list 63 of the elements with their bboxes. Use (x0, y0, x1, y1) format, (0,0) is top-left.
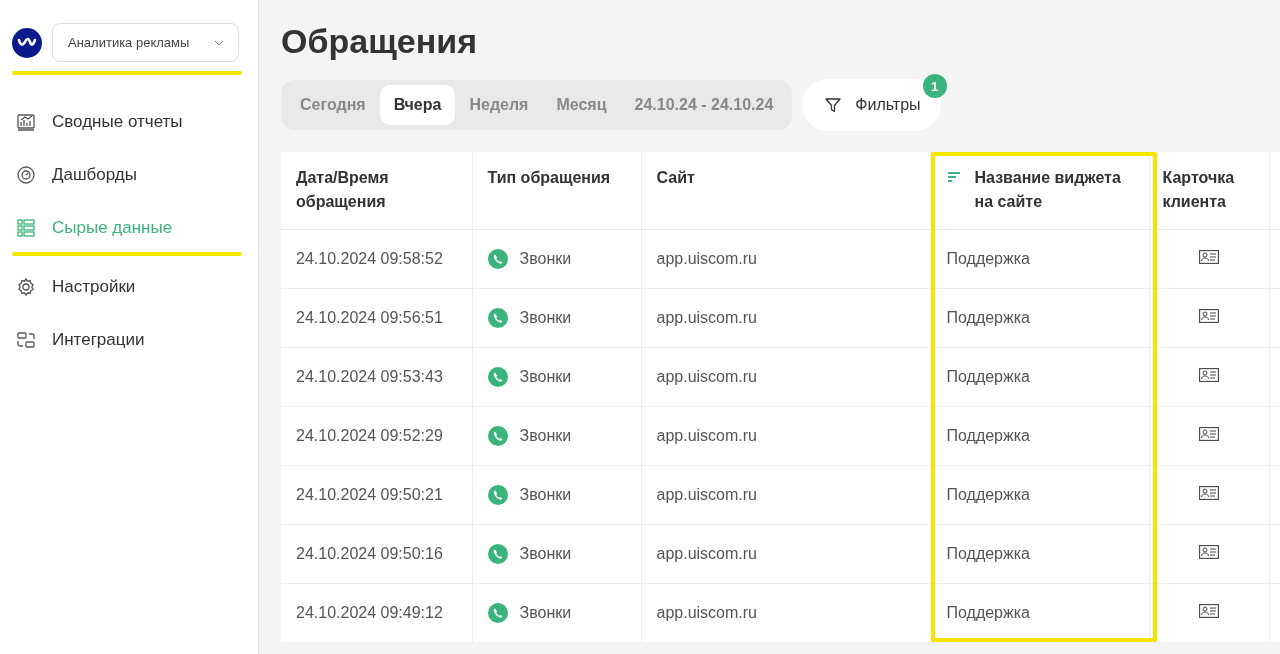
phone-icon (487, 602, 508, 623)
contact-card-icon[interactable] (1199, 603, 1219, 618)
logo-icon (12, 27, 42, 58)
table-cell: 24.10.2024 09:52:29 (281, 406, 472, 465)
table-cell: Звонки (519, 603, 572, 622)
list-icon (16, 217, 36, 238)
count-badge: 1 (922, 74, 947, 98)
column-header[interactable]: Тип обращения (472, 152, 641, 229)
contact-card-icon[interactable] (1199, 485, 1219, 500)
contact-card-icon[interactable] (1199, 426, 1219, 441)
table-cell: 24.10.2024 09:58:52 (281, 229, 472, 288)
contact-card-icon[interactable] (1199, 249, 1219, 264)
table-cell: app.uiscom.ru (641, 229, 931, 288)
contact-card-icon[interactable] (1199, 367, 1219, 382)
table-cell: app.uiscom.ru (641, 406, 931, 465)
chart-icon (16, 111, 36, 132)
table-cell: app.uiscom.ru (641, 583, 931, 642)
table-cell: Поддержка (931, 583, 1149, 642)
table-cell: Звонки (519, 426, 572, 445)
table-cell: Звонки (519, 544, 572, 563)
phone-icon (487, 543, 508, 564)
sync-icon (16, 329, 36, 350)
filter-icon (824, 96, 843, 114)
table-cell: 24.10.2024 09:50:16 (281, 524, 472, 583)
phone-icon (487, 366, 508, 387)
settings-icon (16, 276, 36, 297)
page-title: Обращения (281, 22, 478, 61)
phone-icon (487, 425, 508, 446)
chevron-down-icon (214, 39, 224, 46)
sidebar-item[interactable]: Сводные отчеты (12, 95, 246, 148)
period-tab[interactable]: Вчера (379, 85, 456, 125)
table-cell: Звонки (519, 367, 572, 386)
project-dropdown[interactable]: Аналитика рекламы (52, 23, 239, 62)
column-header[interactable]: Карточка клиента (1149, 152, 1269, 229)
column-header[interactable]: Сайт (641, 152, 931, 229)
sidebar-item[interactable]: Интеграции (12, 313, 246, 366)
contact-card-icon[interactable] (1199, 308, 1219, 323)
table-cell: Звонки (519, 308, 572, 327)
table-cell: app.uiscom.ru (641, 465, 931, 524)
table-cell: Звонки (519, 249, 572, 268)
sidebar-item[interactable]: Дашборды (12, 148, 246, 201)
table-cell: 24.10.2024 09:53:43 (281, 347, 472, 406)
gauge-icon (16, 164, 36, 185)
table-cell: Звонки (519, 485, 572, 504)
table-cell: Поддержка (931, 406, 1149, 465)
phone-icon (487, 484, 508, 505)
table-cell: app.uiscom.ru (641, 347, 931, 406)
table-cell: Поддержка (931, 524, 1149, 583)
phone-icon (487, 248, 508, 269)
table-cell: 24.10.2024 09:56:51 (281, 288, 472, 347)
contact-card-icon[interactable] (1199, 544, 1219, 559)
table-cell: 24.10.2024 09:49:12 (281, 583, 472, 642)
table-cell: app.uiscom.ru (641, 288, 931, 347)
table-cell: Поддержка (931, 229, 1149, 288)
table-cell: Поддержка (931, 288, 1149, 347)
column-header[interactable]: Название виджета на сайте (931, 152, 1149, 229)
table-cell: 24.10.2024 09:50:21 (281, 465, 472, 524)
table-cell: app.uiscom.ru (641, 524, 931, 583)
sidebar-item[interactable]: Настройки (12, 260, 246, 313)
phone-icon (487, 307, 508, 328)
table-cell: Поддержка (931, 465, 1149, 524)
column-header[interactable]: Дата/Время обращения (281, 152, 472, 229)
table-cell: Поддержка (931, 347, 1149, 406)
